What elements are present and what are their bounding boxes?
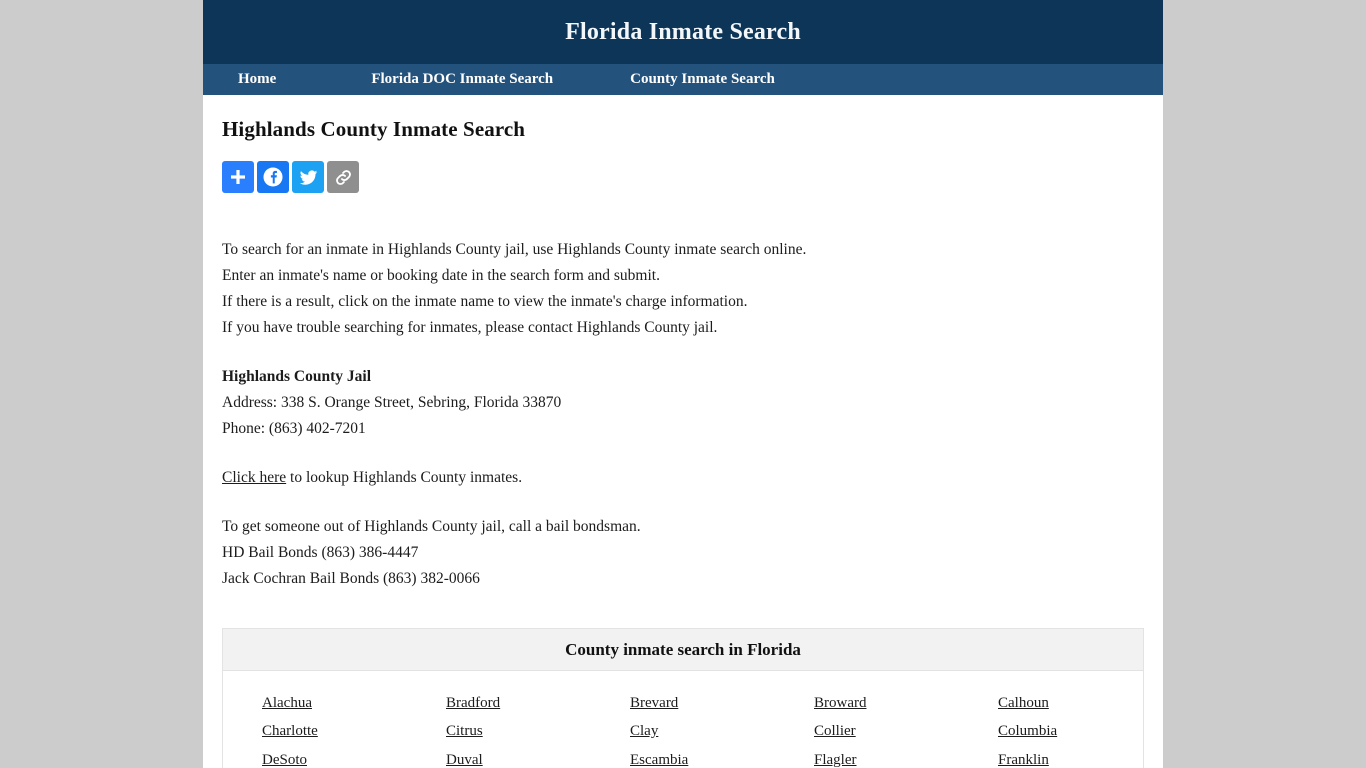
share-button-row — [222, 161, 1144, 193]
county-link-bradford[interactable]: Bradford — [446, 695, 500, 712]
county-search-panel: County inmate search in Florida Alachua B… — [222, 628, 1144, 768]
share-copy-link-button[interactable] — [327, 161, 359, 193]
jail-phone: Phone: (863) 402-7201 — [222, 416, 1144, 442]
county-cell: DeSoto — [223, 746, 407, 768]
county-link-flagler[interactable]: Flagler — [814, 752, 857, 768]
county-link-duval[interactable]: Duval — [446, 752, 483, 768]
nav-home[interactable]: Home — [238, 71, 276, 88]
bail-bonds-block: To get someone out of Highlands County j… — [222, 514, 1144, 592]
county-link-franklin[interactable]: Franklin — [998, 752, 1049, 768]
intro-paragraph: To search for an inmate in Highlands Cou… — [222, 237, 1144, 341]
lookup-paragraph: Click here to lookup Highlands County in… — [222, 465, 1144, 491]
copy-link-icon — [333, 167, 354, 188]
nav-florida-doc-inmate-search[interactable]: Florida DOC Inmate Search — [371, 71, 553, 88]
county-link-alachua[interactable]: Alachua — [262, 695, 312, 712]
addthis-plus-icon — [228, 167, 248, 187]
jail-info-block: Highlands County Jail Address: 338 S. Or… — [222, 364, 1144, 442]
county-cell: Collier — [775, 718, 959, 747]
county-cell: Clay — [591, 718, 775, 747]
lookup-block: Click here to lookup Highlands County in… — [222, 465, 1144, 491]
county-cell: Franklin — [959, 746, 1143, 768]
county-link-grid: Alachua Bradford Brevard Broward Calhoun Char… — [223, 671, 1143, 768]
county-cell: Brevard — [591, 689, 775, 718]
share-twitter-button[interactable] — [292, 161, 324, 193]
county-link-columbia[interactable]: Columbia — [998, 723, 1057, 740]
county-cell: Escambia — [591, 746, 775, 768]
bail-bondsman-1: HD Bail Bonds (863) 386-4447 — [222, 540, 1144, 566]
county-cell: Bradford — [407, 689, 591, 718]
county-link-charlotte[interactable]: Charlotte — [262, 723, 318, 740]
site-title: Florida Inmate Search — [565, 19, 801, 46]
county-cell: Calhoun — [959, 689, 1143, 718]
intro-line-4: If you have trouble searching for inmate… — [222, 315, 1144, 341]
county-panel-title: County inmate search in Florida — [565, 640, 801, 660]
county-cell: Alachua — [223, 689, 407, 718]
county-cell: Columbia — [959, 718, 1143, 747]
county-cell: Broward — [775, 689, 959, 718]
jail-name: Highlands County Jail — [222, 364, 1144, 390]
county-link-collier[interactable]: Collier — [814, 723, 856, 740]
intro-line-2: Enter an inmate's name or booking date i… — [222, 263, 1144, 289]
county-cell: Charlotte — [223, 718, 407, 747]
county-link-escambia[interactable]: Escambia — [630, 752, 688, 768]
facebook-icon — [262, 166, 284, 188]
lookup-rest-text: to lookup Highlands County inmates. — [286, 469, 522, 486]
main-content: Highlands County Inmate Search — [203, 95, 1163, 768]
bail-intro-line: To get someone out of Highlands County j… — [222, 514, 1144, 540]
county-link-brevard[interactable]: Brevard — [630, 695, 678, 712]
share-addthis-button[interactable] — [222, 161, 254, 193]
jail-address: Address: 338 S. Orange Street, Sebring, … — [222, 390, 1144, 416]
county-link-broward[interactable]: Broward — [814, 695, 867, 712]
intro-line-1: To search for an inmate in Highlands Cou… — [222, 237, 1144, 263]
county-link-calhoun[interactable]: Calhoun — [998, 695, 1049, 712]
bail-bondsman-2: Jack Cochran Bail Bonds (863) 382-0066 — [222, 566, 1144, 592]
site-container: Florida Inmate Search Home Florida DOC I… — [203, 0, 1163, 768]
twitter-icon — [298, 167, 319, 188]
county-link-clay[interactable]: Clay — [630, 723, 658, 740]
county-link-citrus[interactable]: Citrus — [446, 723, 483, 740]
share-facebook-button[interactable] — [257, 161, 289, 193]
county-cell: Flagler — [775, 746, 959, 768]
lookup-click-here-link[interactable]: Click here — [222, 469, 286, 486]
page-title: Highlands County Inmate Search — [222, 95, 1144, 142]
county-panel-header: County inmate search in Florida — [223, 629, 1143, 671]
primary-navigation: Home Florida DOC Inmate Search County In… — [203, 64, 1163, 95]
page-root: Florida Inmate Search Home Florida DOC I… — [0, 0, 1366, 768]
site-masthead: Florida Inmate Search — [203, 0, 1163, 64]
intro-line-3: If there is a result, click on the inmat… — [222, 289, 1144, 315]
county-link-desoto[interactable]: DeSoto — [262, 752, 307, 768]
nav-county-inmate-search[interactable]: County Inmate Search — [630, 71, 775, 88]
county-cell: Duval — [407, 746, 591, 768]
county-cell: Citrus — [407, 718, 591, 747]
